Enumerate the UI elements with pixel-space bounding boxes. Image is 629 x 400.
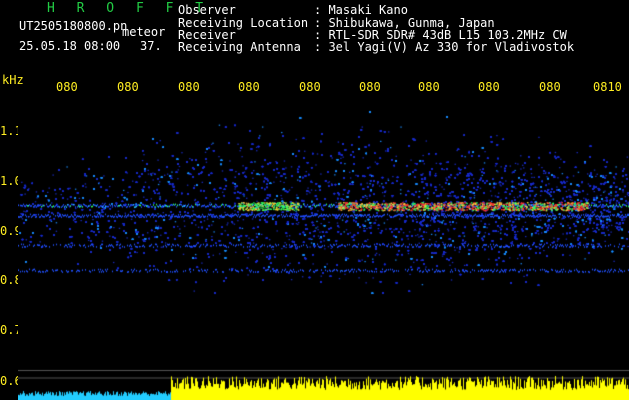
x-tick-label: 080 [478,80,500,94]
x-tick-label: 080 [418,80,440,94]
spectrogram-canvas [18,98,629,400]
hrofft-window: H R O F F T UT2505180800.pn meteor 25.05… [0,0,629,400]
x-tick-label: 080 [299,80,321,94]
unit-label: kHz [2,73,24,87]
meteor-tag: meteor [122,25,166,39]
antenna-label: Receiving Antenna [178,40,301,54]
observer-value: : Masaki Kano [314,3,408,17]
x-tick-label: 080 [56,80,78,94]
datetime-label: 25.05.18 08:00 [19,39,121,53]
x-tick-label: 0810 [593,80,622,94]
datetime-suffix: 37. [140,39,162,53]
x-tick-label: 080 [238,80,260,94]
x-tick-label: 080 [539,80,561,94]
x-tick-label: 080 [178,80,200,94]
x-tick-label: 080 [117,80,139,94]
antenna-value: : 3el Yagi(V) Az 330 for Vladivostok [314,40,575,54]
x-tick-label: 080 [359,80,381,94]
observer-label: Observer [178,3,236,17]
filename-label: UT2505180800.pn [19,19,128,33]
